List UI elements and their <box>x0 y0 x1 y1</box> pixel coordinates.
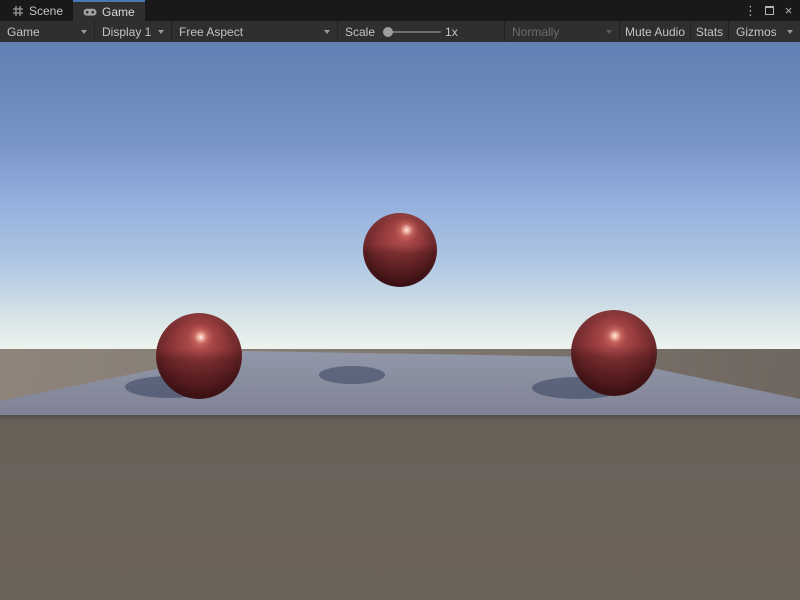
close-icon[interactable]: × <box>781 0 796 21</box>
aspect-ratio-dropdown[interactable]: Free Aspect <box>172 21 338 42</box>
ground-plane-and-shadows <box>0 42 800 600</box>
play-mode-label: Normally <box>512 25 559 39</box>
display-label: Display 1 <box>102 25 151 39</box>
tab-bar: Scene Game ⋮ × <box>0 0 800 21</box>
view-mode-dropdown[interactable]: Game <box>0 21 95 42</box>
scale-group: Scale 1x <box>338 21 505 42</box>
shadow-middle-sphere <box>319 366 385 384</box>
tab-game[interactable]: Game <box>73 0 145 21</box>
tab-scene[interactable]: Scene <box>2 0 73 21</box>
view-mode-label: Game <box>7 25 40 39</box>
play-mode-dropdown: Normally <box>505 21 620 42</box>
chevron-down-icon <box>606 30 612 34</box>
aspect-ratio-label: Free Aspect <box>179 25 243 39</box>
gizmos-dropdown[interactable]: Gizmos <box>729 21 800 42</box>
unity-game-window: Scene Game ⋮ × Game Display 1 Free Aspec… <box>0 0 800 600</box>
display-dropdown[interactable]: Display 1 <box>95 21 172 42</box>
tab-scene-label: Scene <box>29 4 63 18</box>
scale-slider[interactable] <box>383 26 441 38</box>
red-sphere-middle <box>363 213 437 287</box>
chevron-down-icon <box>787 30 793 34</box>
tab-game-label: Game <box>102 5 135 19</box>
game-view-toolbar: Game Display 1 Free Aspect Scale 1x Norm… <box>0 21 800 42</box>
mute-audio-button[interactable]: Mute Audio <box>620 21 691 42</box>
gizmos-label: Gizmos <box>736 25 777 39</box>
slider-knob[interactable] <box>383 27 393 37</box>
chevron-down-icon <box>158 30 164 34</box>
gamepad-icon <box>83 7 97 17</box>
red-sphere-right <box>571 310 657 396</box>
red-sphere-left <box>156 313 242 399</box>
kebab-menu-icon[interactable]: ⋮ <box>743 0 758 21</box>
scale-label: Scale <box>345 25 375 39</box>
scale-value: 1x <box>445 25 458 39</box>
maximize-icon[interactable] <box>762 0 777 21</box>
stats-label: Stats <box>696 25 723 39</box>
stats-button[interactable]: Stats <box>691 21 729 42</box>
chevron-down-icon <box>324 30 330 34</box>
chevron-down-icon <box>81 30 87 34</box>
grid-icon <box>12 5 24 17</box>
window-controls: ⋮ × <box>743 0 796 21</box>
game-viewport[interactable] <box>0 42 800 600</box>
mute-audio-label: Mute Audio <box>625 25 685 39</box>
ground-plane <box>0 351 800 415</box>
